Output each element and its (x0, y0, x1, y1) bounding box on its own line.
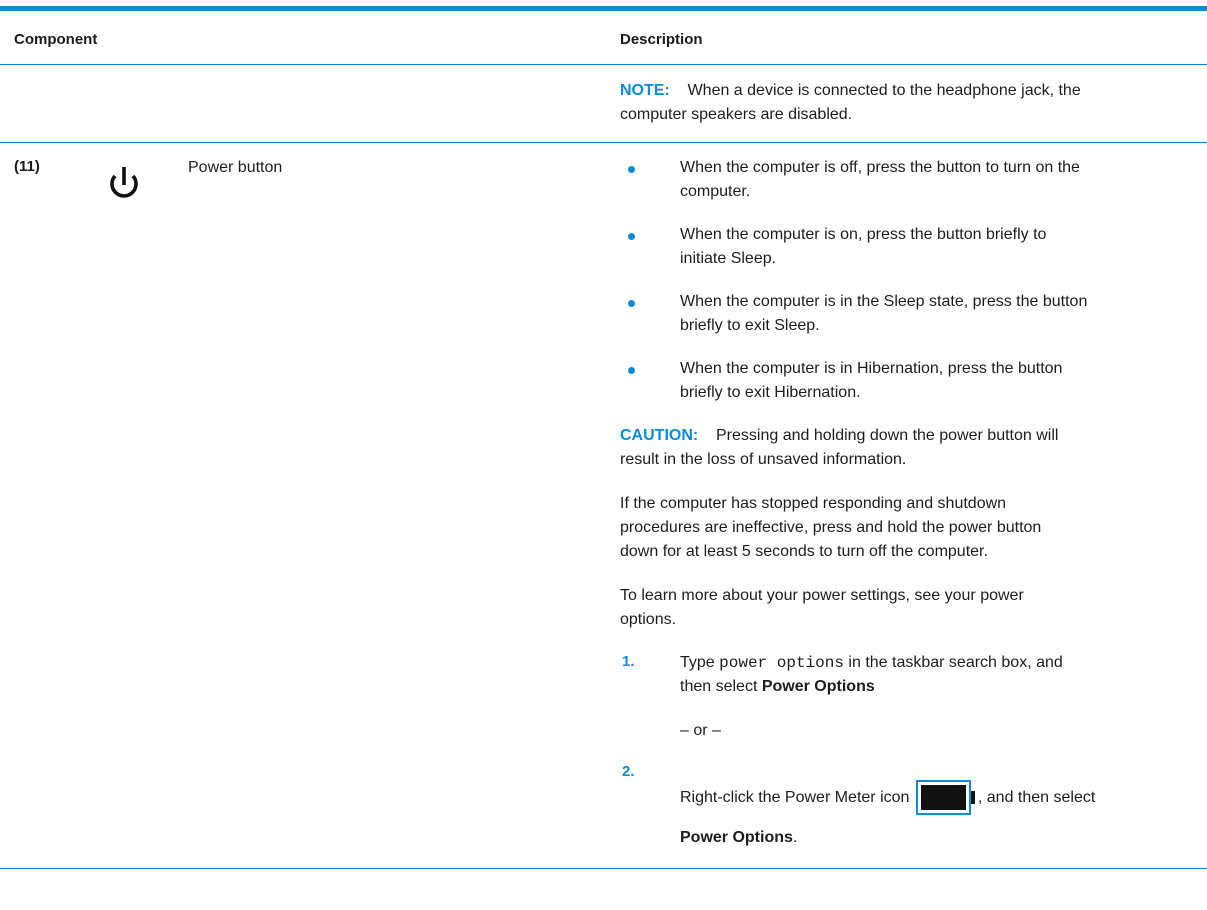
step-2-line2: Power Options. (680, 827, 797, 849)
bullet-dot (628, 367, 635, 374)
step-1-code: power options (719, 654, 844, 672)
note-label: NOTE: (620, 82, 670, 99)
step-2-prefix: Right-click the Power Meter icon (680, 789, 910, 806)
step-2-period: . (792, 829, 798, 846)
table-bottom-rule (0, 868, 1207, 869)
column-header-component: Component (14, 31, 98, 48)
power-icon (104, 164, 144, 204)
bullet-dot (628, 233, 635, 240)
caution-text-line2: result in the loss of unsaved informatio… (620, 451, 907, 468)
step-1-line1: Type power options in the taskbar search… (680, 652, 1063, 674)
table-top-rule (0, 6, 1207, 11)
bullet-dot (628, 166, 635, 173)
step-2-suffix: , and then select (977, 789, 1096, 806)
or-separator: – or – (680, 722, 721, 739)
step-1-number: 1. (622, 653, 635, 670)
header-divider (0, 64, 1207, 65)
step-1-line2: then select Power Options (680, 676, 875, 698)
power-meter-icon (915, 780, 976, 816)
step-2-power-options: Power Options (680, 829, 793, 846)
component-name: Power button (188, 159, 283, 176)
para1-line3: down for at least 5 seconds to turn off … (620, 543, 988, 560)
step-1-power-options: Power Options (761, 678, 875, 695)
caution-paragraph: CAUTION: Pressing and holding down the p… (620, 425, 1058, 447)
para1-line2: procedures are ineffective, press and ho… (620, 519, 1042, 536)
para1-line1: If the computer has stopped responding a… (620, 495, 1007, 512)
column-header-description: Description (620, 31, 703, 48)
bullet-1-line1: When the computer is off, press the butt… (680, 159, 1080, 176)
step-1-line2-prefix: then select (680, 678, 758, 695)
bullet-4-line2: briefly to exit Hibernation. (680, 384, 861, 401)
note-paragraph: NOTE: When a device is connected to the … (620, 80, 1200, 102)
bullet-3-line1: When the computer is in the Sleep state,… (680, 293, 1088, 310)
caution-text-line1: Pressing and holding down the power butt… (716, 427, 1059, 444)
bullet-1-line2: computer. (680, 183, 751, 200)
bullet-dot (628, 300, 635, 307)
bullet-4-line1: When the computer is in Hibernation, pre… (680, 360, 1063, 377)
note-text-line1: When a device is connected to the headph… (687, 82, 1081, 99)
step-1-rest: in the taskbar search box, and (848, 654, 1063, 671)
para2-line1: To learn more about your power settings,… (620, 587, 1024, 604)
bullet-2-line1: When the computer is on, press the butto… (680, 226, 1047, 243)
caution-label: CAUTION: (620, 427, 699, 444)
note-divider (0, 142, 1207, 143)
step-2-line1: Right-click the Power Meter icon , and t… (680, 780, 1096, 816)
note-text-line2: computer speakers are disabled. (620, 106, 853, 123)
para2-line2: options. (620, 611, 677, 628)
bullet-3-line2: briefly to exit Sleep. (680, 317, 820, 334)
step-1-type-word: Type (680, 654, 715, 671)
row-number: (11) (14, 158, 40, 175)
step-2-number: 2. (622, 763, 635, 780)
bullet-2-line2: initiate Sleep. (680, 250, 777, 267)
